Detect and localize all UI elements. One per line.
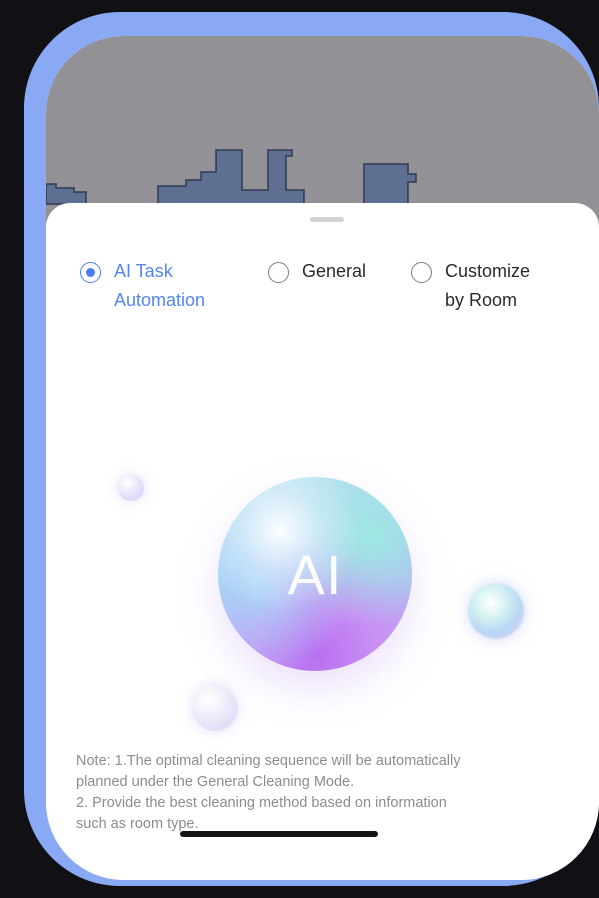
- option-label: General: [302, 261, 367, 281]
- map-room-right: [363, 163, 417, 205]
- option-label: Customize by Room: [445, 261, 531, 310]
- ai-illustration: AI: [46, 423, 599, 731]
- option-ai-task-automation[interactable]: AI Task Automation: [80, 261, 205, 315]
- home-indicator[interactable]: [180, 831, 378, 837]
- option-general[interactable]: General: [268, 261, 366, 286]
- option-customize-by-room[interactable]: Customize by Room: [411, 261, 530, 315]
- note-line: 2. Provide the best cleaning method base…: [76, 795, 447, 811]
- map-room-center: [157, 149, 305, 205]
- mode-bottom-sheet: AI Task Automation General Customize by …: [46, 203, 599, 880]
- mode-note: Note: 1.The optimal cleaning sequence wi…: [76, 751, 576, 835]
- note-line: Note: 1.The optimal cleaning sequence wi…: [76, 753, 461, 769]
- map-room-left: [46, 183, 87, 205]
- ai-orb-icon: AI: [218, 477, 412, 671]
- bubble-icon: [118, 475, 144, 501]
- note-line: planned under the General Cleaning Mode.: [76, 774, 355, 790]
- sheet-drag-handle[interactable]: [310, 217, 344, 222]
- option-label: AI Task Automation: [114, 261, 206, 310]
- radio-unselected-icon[interactable]: [268, 262, 289, 283]
- phone-screen: AI Task Automation General Customize by …: [46, 36, 599, 880]
- bubble-icon: [468, 583, 524, 639]
- radio-selected-icon[interactable]: [80, 262, 101, 283]
- ai-orb-label: AI: [287, 542, 343, 606]
- radio-unselected-icon[interactable]: [411, 262, 432, 283]
- bubble-icon: [192, 685, 238, 731]
